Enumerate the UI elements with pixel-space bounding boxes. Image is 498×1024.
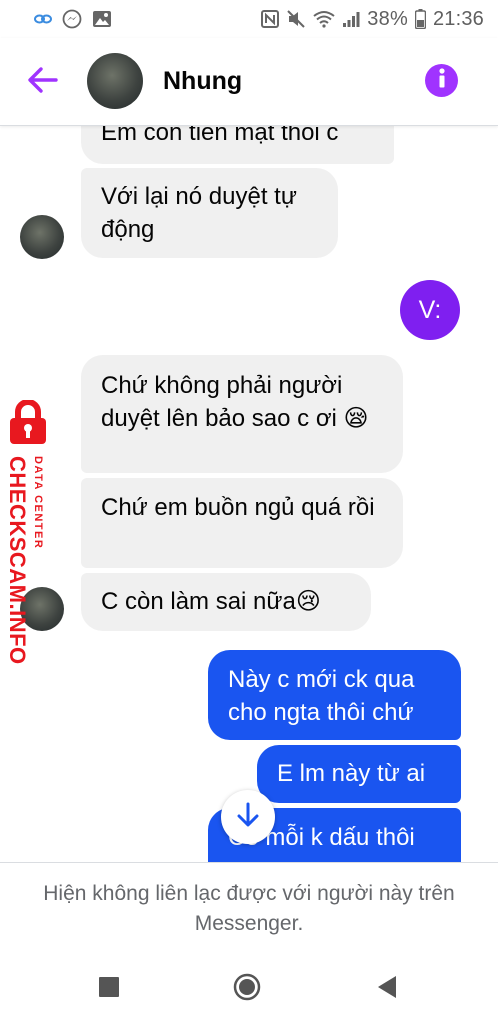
- message-outgoing[interactable]: Này c mới ck qua cho ngta thôi chứ: [208, 650, 461, 740]
- message-text: Này c mới ck qua cho ngta thôi chứ: [228, 666, 415, 726]
- link-icon: [34, 13, 52, 25]
- battery-percent: 38%: [367, 7, 408, 30]
- scroll-to-bottom-button[interactable]: [221, 790, 275, 844]
- status-bar: 38% 21:36: [0, 0, 498, 38]
- message-outgoing[interactable]: E lm này từ ai: [257, 745, 461, 803]
- unavailable-notice-text: Hiện không liên lạc được với người này t…: [43, 882, 455, 935]
- signal-icon: [342, 10, 360, 28]
- triangle-back-icon: [376, 975, 398, 1004]
- home-button[interactable]: [232, 973, 262, 1006]
- nfc-icon: [261, 10, 280, 28]
- checkscam-watermark: CHECKSCAM.INFO DATA CENTER: [0, 399, 60, 665]
- watermark-subtitle: DATA CENTER: [32, 456, 44, 550]
- message-incoming[interactable]: Với lại nó duyệt tự động: [81, 168, 338, 258]
- recents-button[interactable]: [94, 974, 124, 1004]
- back-nav-button[interactable]: [372, 974, 402, 1004]
- contact-avatar[interactable]: [87, 53, 143, 109]
- home-circle-icon: [233, 973, 261, 1006]
- message-incoming[interactable]: Em còn tiền mặt thôi c: [81, 126, 394, 164]
- message-outgoing[interactable]: V:: [400, 280, 460, 340]
- message-text: Chứ em buồn ngủ quá rồi: [101, 494, 375, 521]
- arrow-left-icon: [26, 66, 58, 99]
- message-text: Với lại nó duyệt tự động: [101, 183, 297, 243]
- gallery-notification-icon: [92, 10, 112, 28]
- mute-icon: [286, 10, 306, 28]
- watermark-brand: CHECKSCAM.INFO: [5, 456, 30, 665]
- unavailable-notice: Hiện không liên lạc được với người này t…: [0, 862, 498, 956]
- contact-name[interactable]: Nhung: [163, 67, 242, 96]
- message-incoming[interactable]: Chứ không phải người duyệt lên bảo sao c…: [81, 355, 403, 473]
- back-button[interactable]: [22, 62, 62, 102]
- square-icon: [98, 976, 120, 1003]
- conversation-header: Nhung: [0, 38, 498, 126]
- wifi-icon: [313, 10, 335, 28]
- info-button[interactable]: [425, 64, 458, 97]
- info-icon: [438, 68, 446, 93]
- message-text: Em còn tiền mặt thôi c: [101, 126, 339, 146]
- clock: 21:36: [432, 7, 484, 30]
- message-text: E lm này từ ai: [277, 760, 426, 787]
- arrow-down-icon: [236, 802, 260, 833]
- message-incoming[interactable]: Chứ em buồn ngủ quá rồi: [81, 478, 403, 568]
- message-text: V:: [418, 295, 442, 324]
- android-navigation-bar: [0, 956, 498, 1024]
- lock-icon: [4, 399, 52, 446]
- message-text: Chứ không phải người duyệt lên bảo sao c…: [101, 372, 369, 432]
- message-list[interactable]: Em còn tiền mặt thôi c Với lại nó duyệt …: [0, 126, 498, 862]
- battery-icon: [414, 9, 426, 29]
- messenger-notification-icon: [62, 9, 82, 29]
- sender-avatar[interactable]: [20, 215, 64, 259]
- message-incoming[interactable]: C còn làm sai nữa😢: [81, 573, 371, 631]
- message-text: C còn làm sai nữa😢: [101, 588, 321, 615]
